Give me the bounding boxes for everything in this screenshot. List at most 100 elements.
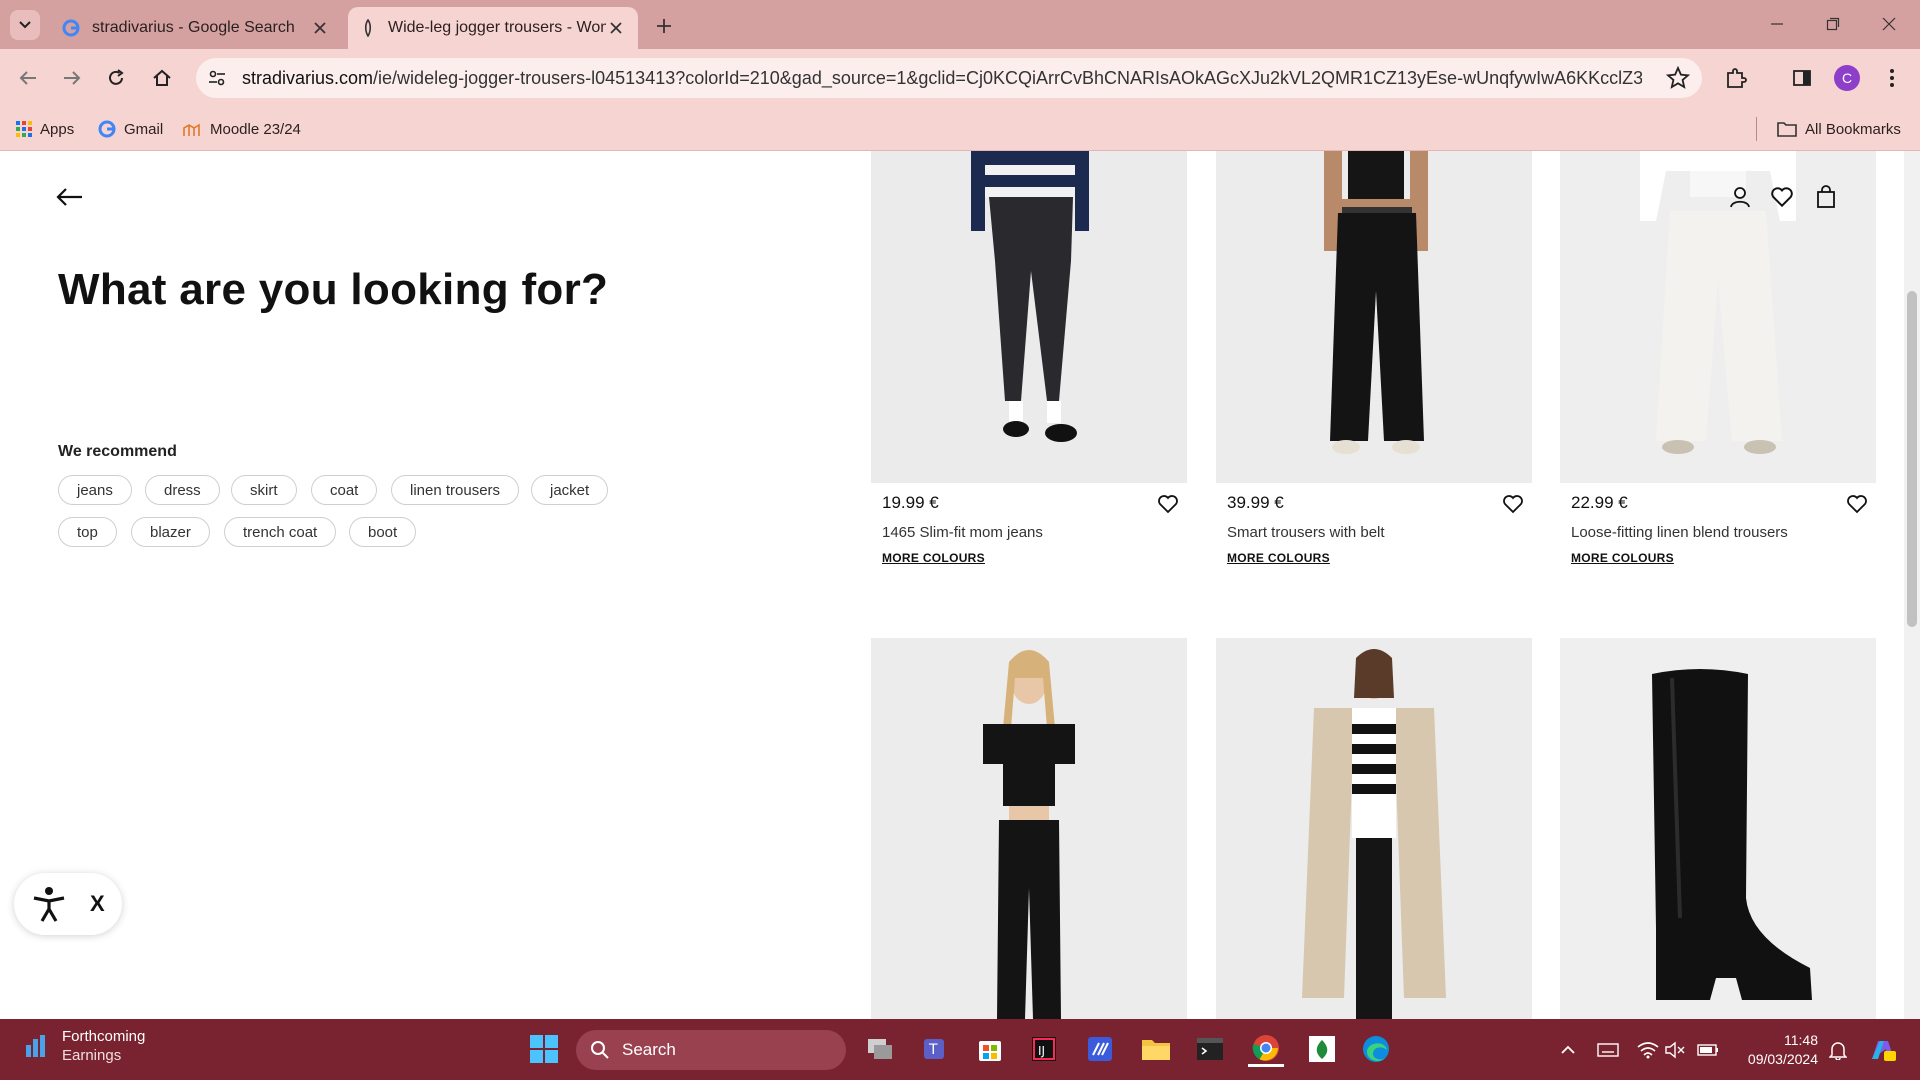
shopping-bag-icon xyxy=(1817,185,1835,208)
chip-top[interactable]: top xyxy=(58,517,117,547)
more-colours-link[interactable]: MORE COLOURS xyxy=(1571,551,1674,565)
product-name[interactable]: 1465 Slim-fit mom jeans xyxy=(882,524,1043,541)
extensions-button[interactable] xyxy=(1720,62,1752,94)
system-clock[interactable]: 11:48 09/03/2024 xyxy=(1742,1031,1818,1069)
product-name[interactable]: Smart trousers with belt xyxy=(1227,524,1385,541)
tab-search-button[interactable] xyxy=(10,10,40,40)
product-image[interactable] xyxy=(1216,151,1532,483)
teams-app[interactable]: T xyxy=(918,1031,954,1067)
product-card[interactable]: 19.99 € 1465 Slim-fit mom jeans MORE COL… xyxy=(871,151,1187,565)
task-view-button[interactable] xyxy=(862,1031,898,1067)
wishlist-button[interactable] xyxy=(1766,181,1798,213)
chip-blazer[interactable]: blazer xyxy=(131,517,210,547)
close-icon xyxy=(1882,17,1896,31)
arrow-left-icon xyxy=(19,71,36,85)
product-image[interactable] xyxy=(1216,638,1532,1019)
reload-icon xyxy=(109,69,124,85)
product-name[interactable]: Loose-fitting linen blend trousers xyxy=(1571,524,1788,541)
product-image[interactable] xyxy=(1560,638,1876,1019)
new-tab-button[interactable] xyxy=(650,12,678,40)
close-icon[interactable] xyxy=(606,18,626,38)
math-app[interactable] xyxy=(1082,1031,1118,1067)
minimize-button[interactable] xyxy=(1760,10,1794,38)
product-card[interactable]: 39.99 € Smart trousers with belt MORE CO… xyxy=(1216,151,1532,565)
tab-google-search[interactable]: stradivarius - Google Search xyxy=(50,7,342,49)
bookmark-moodle[interactable]: Moodle 23/24 xyxy=(182,117,301,141)
folder-icon xyxy=(1142,1040,1170,1060)
page-scrollbar[interactable] xyxy=(1904,151,1920,1019)
product-card[interactable] xyxy=(871,638,1187,1019)
file-explorer-app[interactable] xyxy=(1138,1031,1174,1067)
chip-jeans[interactable]: jeans xyxy=(58,475,132,505)
store-app[interactable] xyxy=(972,1031,1008,1067)
start-button[interactable] xyxy=(526,1031,562,1067)
minimize-icon xyxy=(1771,23,1783,25)
scrollbar-thumb[interactable] xyxy=(1907,291,1917,627)
product-card[interactable] xyxy=(1560,638,1876,1019)
cart-button[interactable] xyxy=(1810,181,1842,213)
chrome-app[interactable] xyxy=(1248,1031,1284,1067)
accessibility-icon[interactable] xyxy=(30,885,68,923)
chrome-menu-button[interactable] xyxy=(1876,62,1908,94)
chevron-up-icon xyxy=(1561,1045,1575,1054)
url-path: /ie/wideleg-jogger-trousers-l04513413?co… xyxy=(373,67,1642,88)
home-button[interactable] xyxy=(146,62,178,94)
account-button[interactable] xyxy=(1724,181,1756,213)
heart-icon[interactable] xyxy=(1846,493,1868,515)
all-bookmarks-button[interactable]: All Bookmarks xyxy=(1756,117,1901,141)
bookmark-gmail[interactable]: Gmail xyxy=(98,117,163,141)
chip-boot[interactable]: boot xyxy=(349,517,417,547)
product-image[interactable] xyxy=(871,151,1187,483)
more-colours-link[interactable]: MORE COLOURS xyxy=(882,551,985,565)
wifi-button[interactable] xyxy=(1636,1038,1660,1062)
boot-photo-illustration xyxy=(1560,638,1876,1019)
taskbar-search[interactable]: Search xyxy=(576,1030,846,1070)
copilot-icon xyxy=(1872,1041,1896,1061)
volume-button[interactable] xyxy=(1664,1038,1688,1062)
intellij-app[interactable]: IJ xyxy=(1026,1031,1062,1067)
tab-stradivarius[interactable]: Wide-leg jogger trousers - Wom xyxy=(348,7,638,49)
close-window-button[interactable] xyxy=(1872,10,1906,38)
product-card[interactable] xyxy=(1216,638,1532,1019)
star-icon[interactable] xyxy=(1666,66,1690,90)
close-icon[interactable] xyxy=(310,18,330,38)
heart-icon[interactable] xyxy=(1502,493,1524,515)
bookmark-apps[interactable]: Apps xyxy=(16,117,74,141)
trousers-photo-illustration xyxy=(1216,151,1532,483)
keyboard-button[interactable] xyxy=(1596,1038,1620,1062)
chrome-icon xyxy=(1252,1034,1279,1061)
chip-trench-coat[interactable]: trench coat xyxy=(224,517,337,547)
side-panel-button[interactable] xyxy=(1786,62,1818,94)
plus-icon xyxy=(657,19,671,33)
notifications-button[interactable] xyxy=(1826,1038,1850,1062)
restore-button[interactable] xyxy=(1816,10,1850,38)
reload-button[interactable] xyxy=(100,62,132,94)
chip-coat[interactable]: coat xyxy=(311,475,378,505)
accessibility-close-button[interactable]: X xyxy=(90,891,105,917)
chip-jacket[interactable]: jacket xyxy=(531,475,609,505)
site-info-button[interactable] xyxy=(200,61,234,95)
product-image[interactable] xyxy=(871,638,1187,1019)
folder-icon xyxy=(1777,122,1797,137)
terminal-app[interactable] xyxy=(1192,1031,1228,1067)
tune-icon xyxy=(209,70,225,86)
widgets-button[interactable]: Forthcoming Earnings xyxy=(24,1027,145,1065)
copilot-button[interactable] xyxy=(1866,1038,1900,1062)
chip-linen-trousers[interactable]: linen trousers xyxy=(391,475,520,505)
more-colours-link[interactable]: MORE COLOURS xyxy=(1227,551,1330,565)
app-green-leaf[interactable] xyxy=(1304,1031,1340,1067)
back-button[interactable] xyxy=(12,62,44,94)
product-price: 19.99 € xyxy=(882,493,939,512)
chevron-down-icon xyxy=(19,21,31,29)
forward-button[interactable] xyxy=(56,62,88,94)
battery-button[interactable] xyxy=(1696,1038,1720,1062)
heart-icon[interactable] xyxy=(1157,493,1179,515)
task-view-icon xyxy=(868,1039,892,1059)
edge-app[interactable] xyxy=(1358,1031,1394,1067)
profile-avatar[interactable]: C xyxy=(1834,65,1860,91)
chip-skirt[interactable]: skirt xyxy=(231,475,297,505)
show-hidden-icons-button[interactable] xyxy=(1556,1038,1580,1062)
address-bar[interactable]: stradivarius.com/ie/wideleg-jogger-trous… xyxy=(196,58,1702,98)
chip-dress[interactable]: dress xyxy=(145,475,220,505)
back-arrow-icon[interactable] xyxy=(54,181,86,213)
